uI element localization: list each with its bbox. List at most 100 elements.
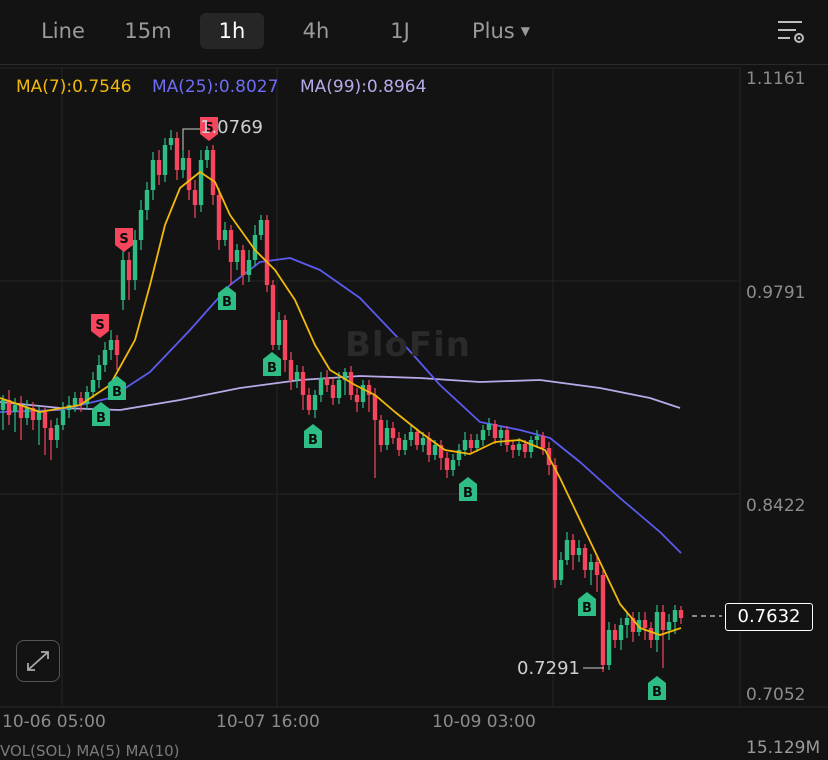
candle-up xyxy=(498,426,504,446)
candle-down xyxy=(126,252,132,300)
time-tick: 10-07 16:00 xyxy=(216,712,320,732)
candle-body xyxy=(282,320,288,360)
candle-down xyxy=(390,422,396,444)
candle-body xyxy=(60,410,66,425)
candle-body xyxy=(114,340,120,355)
candle-up xyxy=(144,182,150,220)
buy-marker-label: B xyxy=(652,685,662,700)
candle-body xyxy=(378,420,384,445)
candle-body xyxy=(492,424,498,438)
candle-body xyxy=(462,440,468,450)
candle-body xyxy=(96,365,102,380)
candle-up xyxy=(222,222,228,246)
candle-body xyxy=(180,158,186,170)
candle-up xyxy=(558,552,564,585)
candle-up xyxy=(666,614,672,640)
candle-body xyxy=(498,430,504,438)
candle-body xyxy=(384,428,390,445)
candle-body xyxy=(558,560,564,580)
candle-body xyxy=(654,612,660,640)
candle-body xyxy=(414,432,420,445)
buy-marker-label: B xyxy=(222,295,232,310)
candle-body xyxy=(192,190,198,205)
candle-body xyxy=(246,260,252,275)
candle-body xyxy=(564,540,570,560)
candle-body xyxy=(666,622,672,630)
candle-up xyxy=(54,418,60,448)
candle-body xyxy=(156,160,162,175)
time-tick: 10-06 05:00 xyxy=(2,712,106,732)
fullscreen-button[interactable] xyxy=(16,640,60,682)
candle-up xyxy=(606,622,612,670)
candle-up xyxy=(528,436,534,458)
candle-down xyxy=(18,396,24,440)
buy-marker-label: B xyxy=(267,361,277,376)
candle-down xyxy=(354,388,360,412)
candle-down xyxy=(186,150,192,200)
candle-down xyxy=(300,366,306,410)
candle-body xyxy=(480,430,486,440)
candle-body xyxy=(42,412,48,428)
candle-up xyxy=(96,355,102,388)
candle-body xyxy=(12,405,18,412)
candle-down xyxy=(210,145,216,205)
candle-body xyxy=(504,430,510,445)
candle-down xyxy=(648,622,654,648)
candle-up xyxy=(198,150,204,212)
candle-body xyxy=(312,395,318,410)
candle-body xyxy=(72,398,78,405)
candle-body xyxy=(186,158,192,190)
candle-body xyxy=(234,250,240,262)
candle-body xyxy=(612,630,618,640)
candle-body xyxy=(162,145,168,175)
candle-up xyxy=(312,390,318,418)
sell-marker: S xyxy=(91,314,109,338)
candle-down xyxy=(444,452,450,478)
candlestick-chart[interactable]: SSSBBBBBBBB xyxy=(0,0,828,753)
candle-body xyxy=(18,405,24,418)
candle-body xyxy=(240,250,246,275)
ma99-legend: MA(99):0.8964 xyxy=(300,77,427,97)
candle-body xyxy=(216,195,222,240)
candle-body xyxy=(648,628,654,640)
candle-up xyxy=(60,402,66,430)
candle-up xyxy=(576,540,582,562)
candle-up xyxy=(234,244,240,270)
candle-body xyxy=(594,562,600,575)
candle-down xyxy=(264,215,270,292)
candle-body xyxy=(24,408,30,418)
price-tick: 0.8422 xyxy=(746,496,806,516)
candle-down xyxy=(228,225,234,285)
candle-up xyxy=(408,425,414,446)
candle-body xyxy=(210,150,216,195)
candle-body xyxy=(402,440,408,450)
candle-down xyxy=(270,280,276,350)
candle-up xyxy=(618,618,624,650)
sell-marker-label: S xyxy=(119,232,128,247)
sell-marker-label: S xyxy=(95,318,104,333)
candle-down xyxy=(372,388,378,478)
ma7-legend: MA(7):0.7546 xyxy=(16,77,132,97)
candle-body xyxy=(396,438,402,450)
candle-up xyxy=(564,532,570,565)
candle-down xyxy=(366,380,372,412)
candle-up xyxy=(108,330,114,360)
brand-watermark: BloFin xyxy=(345,325,472,365)
buy-marker-label: B xyxy=(112,385,122,400)
candle-body xyxy=(36,412,42,420)
last-price-badge: 0.7632 xyxy=(725,603,813,631)
candle-up xyxy=(456,444,462,466)
candle-down xyxy=(6,390,12,425)
candle-body xyxy=(228,230,234,262)
candle-body xyxy=(432,445,438,455)
buy-marker-label: B xyxy=(582,601,592,616)
candle-body xyxy=(330,385,336,398)
candle-body xyxy=(522,444,528,452)
candle-body xyxy=(0,400,6,410)
candle-up xyxy=(204,146,210,168)
candle-down xyxy=(324,370,330,392)
time-tick: 10-09 03:00 xyxy=(432,712,536,732)
high-leader-line xyxy=(182,128,200,150)
candle-down xyxy=(288,352,294,390)
candle-up xyxy=(120,250,126,310)
